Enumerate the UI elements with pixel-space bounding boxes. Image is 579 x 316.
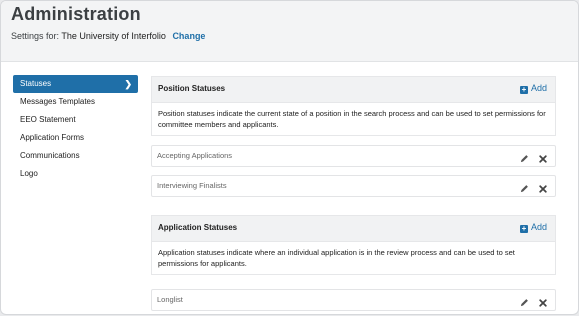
pencil-icon[interactable] [520, 294, 529, 312]
status-row: Longlist [151, 289, 556, 311]
section-title: Position Statuses [158, 84, 226, 93]
plus-icon: + [519, 224, 528, 233]
sidebar-item-eeo-statement[interactable]: EEO Statement [13, 111, 138, 129]
section-title: Application Statuses [158, 223, 238, 232]
sidebar-item-label: Logo [20, 169, 38, 178]
add-label: Add [530, 222, 547, 232]
pencil-icon[interactable] [520, 180, 529, 198]
change-institution-link[interactable]: Change [172, 31, 205, 41]
admin-window: Administration Settings for: The Univers… [0, 0, 579, 315]
sidebar-item-communications[interactable]: Communications [13, 147, 138, 165]
sidebar-item-label: EEO Statement [20, 115, 76, 124]
close-icon[interactable] [539, 294, 547, 312]
sidebar-item-label: Statuses [20, 79, 52, 88]
chevron-right-icon: ❯ [124, 79, 132, 89]
add-application-status-button[interactable]: + Add [519, 222, 547, 233]
status-row: Accepting Applications [151, 145, 556, 167]
status-name: Longlist [157, 295, 183, 304]
position-statuses-header: Position Statuses + Add [151, 76, 556, 102]
sidebar-item-statuses[interactable]: Statuses ❯ [13, 75, 138, 93]
sidebar-item-label: Communications [20, 151, 80, 160]
section-description: Position statuses indicate the current s… [151, 102, 556, 136]
pencil-icon[interactable] [520, 150, 529, 168]
sidebar-item-label: Application Forms [20, 133, 85, 142]
status-name: Accepting Applications [157, 151, 233, 160]
close-icon[interactable] [539, 180, 547, 198]
row-actions [514, 150, 547, 168]
row-actions [514, 180, 547, 198]
sidebar-item-logo[interactable]: Logo [13, 165, 138, 183]
add-label: Add [530, 83, 547, 93]
page-title: Administration [11, 4, 141, 24]
plus-icon: + [519, 85, 528, 94]
statuses-panel: Position Statuses + Add Position statuses… [151, 76, 556, 311]
close-icon[interactable] [539, 150, 547, 168]
sidebar-item-messages-templates[interactable]: Messages Templates [13, 93, 138, 111]
status-row: Interviewing Finalists [151, 175, 556, 197]
institution-name: The University of Interfolio [61, 31, 166, 41]
sidebar-item-label: Messages Templates [20, 97, 95, 106]
application-statuses-header: Application Statuses + Add [151, 215, 556, 241]
section-description: Application statuses indicate where an i… [151, 241, 556, 275]
row-actions [514, 294, 547, 312]
status-name: Interviewing Finalists [157, 181, 227, 190]
add-position-status-button[interactable]: + Add [519, 83, 547, 94]
page-header: Administration Settings for: The Univers… [1, 1, 578, 62]
sidebar-item-application-forms[interactable]: Application Forms [13, 129, 138, 147]
admin-sidebar: Statuses ❯ Messages Templates EEO Statem… [13, 75, 138, 183]
settings-for-label: Settings for: [11, 31, 60, 41]
settings-for-line: Settings for: The University of Interfol… [11, 31, 205, 41]
